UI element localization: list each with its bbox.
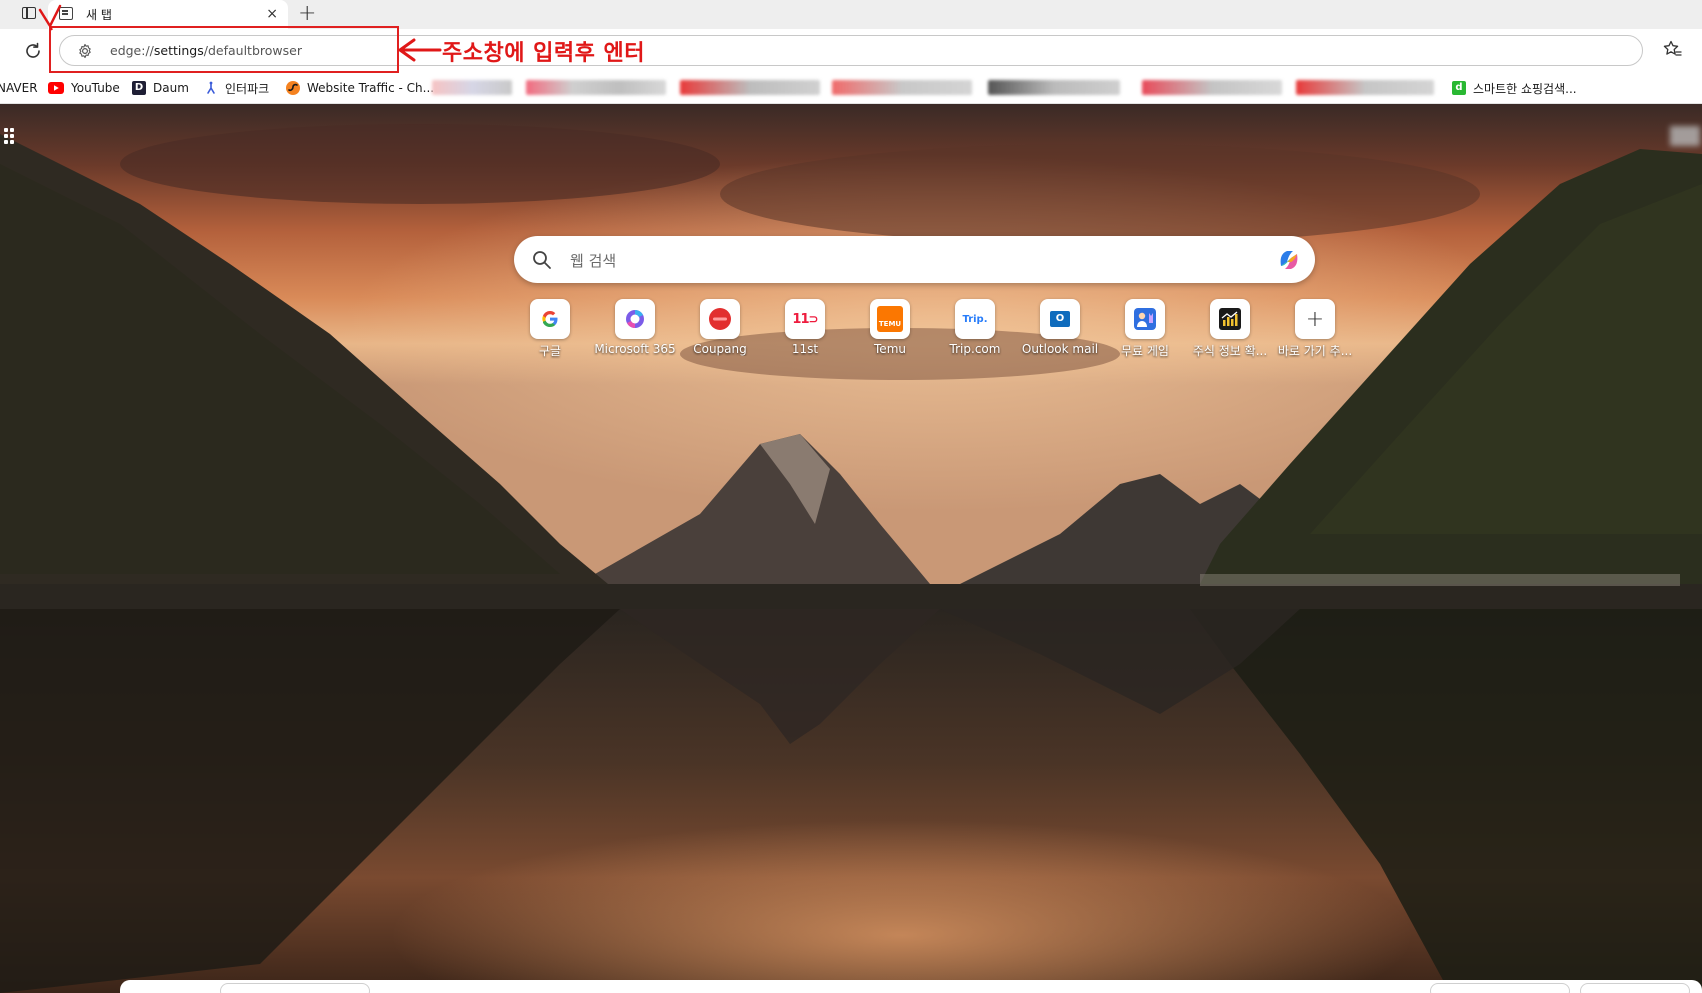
quick-link-label: 무료 게임 <box>1121 344 1169 358</box>
tab-title: 새 탭 <box>86 8 112 22</box>
danawa-icon: d <box>1452 81 1466 95</box>
bookmark-daum[interactable]: D Daum <box>132 78 189 98</box>
google-icon <box>530 299 570 339</box>
microsoft365-icon <box>615 299 655 339</box>
bookmark-label: 스마트한 쇼핑검색... <box>1473 81 1577 96</box>
outlook-glyph: O <box>1050 311 1070 327</box>
bookmark-naver[interactable]: NAVER <box>0 78 38 98</box>
favorites-button[interactable] <box>1662 39 1682 59</box>
coupang-icon <box>700 299 740 339</box>
quick-link-outlook[interactable]: O Outlook mail <box>1016 299 1102 359</box>
address-scheme: edge:// <box>110 43 154 58</box>
temu-badge: TEMU <box>877 306 903 332</box>
search-icon <box>533 251 551 269</box>
tripcom-glyph: Trip. <box>962 313 988 325</box>
quick-link-stocks[interactable]: 주식 정보 확... <box>1186 299 1272 359</box>
quick-link-label: 주식 정보 확... <box>1192 344 1268 358</box>
quick-link-temu[interactable]: TEMU Temu <box>846 299 932 359</box>
address-host: settings <box>153 43 204 58</box>
feed-tab[interactable] <box>220 983 370 993</box>
copilot-icon[interactable] <box>1275 246 1303 274</box>
quick-link-label: Trip.com <box>949 342 1001 356</box>
tab-new-tab[interactable]: 새 탭 × <box>48 0 288 29</box>
feed-button[interactable] <box>1580 983 1690 993</box>
add-shortcut-icon: + <box>1295 299 1335 339</box>
gear-icon <box>79 43 91 59</box>
bookmark-youtube[interactable]: YouTube <box>48 78 120 98</box>
quick-link-label: Temu <box>874 342 906 356</box>
bookmark-smart-shopping[interactable]: d 스마트한 쇼핑검색... <box>1452 78 1577 98</box>
bookmark-redacted[interactable] <box>832 80 972 95</box>
quick-link-tripcom[interactable]: Trip. Trip.com <box>931 299 1017 359</box>
bookmark-label: YouTube <box>71 81 120 95</box>
tripcom-icon: Trip. <box>955 299 995 339</box>
new-tab-button[interactable]: + <box>298 2 316 26</box>
quick-link-label: 11st <box>791 342 819 356</box>
star-favorites-icon <box>1663 40 1682 56</box>
refresh-icon <box>26 42 40 58</box>
quick-link-label: Coupang <box>693 342 747 356</box>
tab-actions-icon <box>22 7 36 19</box>
new-tab-page-icon <box>59 7 73 20</box>
address-url: edge://settings/defaultbrowser <box>110 43 302 58</box>
interpark-icon <box>204 81 218 95</box>
11st-glyph: 11 <box>792 311 809 327</box>
daum-icon: D <box>132 81 146 95</box>
tab-close-button[interactable]: × <box>266 6 278 22</box>
refresh-button[interactable] <box>22 40 44 62</box>
web-search-box[interactable]: 웹 검색 <box>514 236 1315 283</box>
games-icon <box>1125 299 1165 339</box>
11st-icon: 11 ⊃ <box>785 299 825 339</box>
bookmarks-bar: NAVER YouTube D Daum 인터파크 Website Traffi… <box>0 73 1702 104</box>
outlook-icon: O <box>1040 299 1080 339</box>
bookmark-redacted[interactable] <box>432 80 512 95</box>
youtube-icon <box>48 82 64 94</box>
address-bar[interactable]: edge://settings/defaultbrowser <box>59 35 1643 66</box>
bookmark-interpark[interactable]: 인터파크 <box>204 78 269 98</box>
bookmark-label: Daum <box>153 81 189 95</box>
11st-arrow-icon: ⊃ <box>808 312 819 326</box>
bookmark-website-traffic[interactable]: Website Traffic - Ch... <box>286 78 434 98</box>
quick-link-label: 구글 <box>538 344 562 358</box>
quick-link-free-games[interactable]: 무료 게임 <box>1101 299 1187 359</box>
browser-toolbar: edge://settings/defaultbrowser <box>0 29 1702 73</box>
quick-link-microsoft-365[interactable]: Microsoft 365 <box>591 299 677 359</box>
quick-link-coupang[interactable]: Coupang <box>676 299 762 359</box>
feed-button[interactable] <box>1430 983 1570 993</box>
bookmark-label: NAVER <box>0 81 38 95</box>
profile-redacted[interactable] <box>1670 126 1700 146</box>
plus-glyph: + <box>1305 306 1325 332</box>
quick-link-add-shortcut[interactable]: + 바로 가기 추... <box>1271 299 1357 359</box>
tab-actions-menu-button[interactable] <box>22 6 38 22</box>
bookmark-redacted[interactable] <box>526 80 666 95</box>
tab-strip: 새 탭 × + <box>0 0 1702 29</box>
new-tab-page: 웹 검색 구글 Microsoft 365 Coupang 11 ⊃ 11st … <box>0 104 1702 993</box>
quick-link-label: Outlook mail <box>1021 342 1099 356</box>
bookmark-redacted[interactable] <box>680 80 820 95</box>
address-path: /defaultbrowser <box>203 43 302 58</box>
annotation-label: 주소창에 입력후 엔터 <box>442 41 645 66</box>
bookmark-label: Website Traffic - Ch... <box>307 81 435 95</box>
quick-link-label: 바로 가기 추... <box>1277 344 1353 358</box>
quick-link-11st[interactable]: 11 ⊃ 11st <box>761 299 847 359</box>
quick-links: 구글 Microsoft 365 Coupang 11 ⊃ 11st TEMU T… <box>506 299 1352 359</box>
temu-icon: TEMU <box>870 299 910 339</box>
content-feed-bar <box>120 980 1702 993</box>
bookmark-redacted[interactable] <box>1296 80 1434 95</box>
bookmark-redacted[interactable] <box>988 80 1120 95</box>
quick-link-label: Microsoft 365 <box>594 342 676 356</box>
similarweb-icon <box>286 81 300 95</box>
bookmark-label: 인터파크 <box>225 81 270 96</box>
stocks-icon <box>1210 299 1250 339</box>
apps-launcher-button[interactable] <box>4 128 16 146</box>
bookmark-redacted[interactable] <box>1142 80 1282 95</box>
quick-link-google[interactable]: 구글 <box>506 299 592 359</box>
search-placeholder: 웹 검색 <box>570 252 617 270</box>
